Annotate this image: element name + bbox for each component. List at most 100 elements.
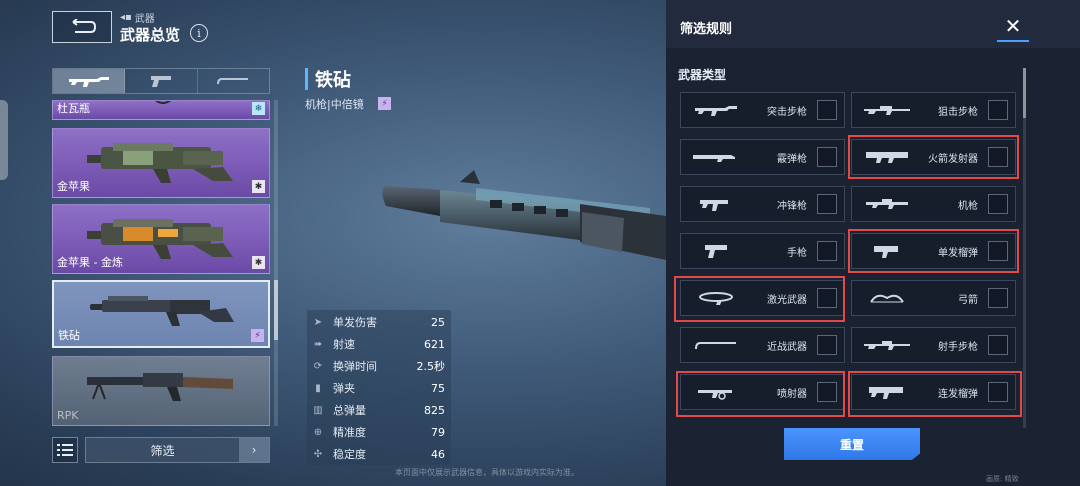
filter-checkbox[interactable] [817, 147, 837, 167]
filter-checkbox[interactable] [988, 335, 1008, 355]
rarity-badge: ❄ [252, 102, 265, 115]
side-handle[interactable] [0, 100, 8, 180]
crosshair-icon: ⊕ [313, 426, 323, 438]
weapon-name: 金苹果 [57, 180, 90, 193]
weapon-type-tabs [52, 68, 270, 94]
stat-row: ⟳ 换弹时间 2.5秒 [307, 356, 451, 376]
pistol-icon [681, 234, 751, 268]
machine-gun-icon [852, 187, 922, 221]
assault-rifle-icon [681, 93, 751, 127]
page-title: 武器总览 [120, 26, 181, 44]
back-arrow-icon [72, 19, 97, 33]
section-label: 武器类型 [678, 68, 727, 82]
damage-icon: ➤ [313, 316, 323, 328]
smg-icon [681, 187, 751, 221]
reset-button[interactable]: 重置 [784, 428, 920, 460]
rarity-badge: ✱ [252, 180, 265, 193]
melee-icon [681, 328, 751, 362]
ammo-icon: ▥ [313, 404, 323, 416]
stat-row: ⊕ 精准度 79 [307, 422, 451, 442]
weapon-title: 铁砧 [315, 70, 351, 91]
filter-option-shotgun[interactable]: 霰弹枪 [680, 139, 845, 175]
list-item[interactable]: 金苹果 ✱ [52, 128, 270, 198]
rarity-badge: ✱ [252, 256, 265, 269]
highlight-box [674, 276, 845, 322]
sniper-rifle-icon [852, 93, 922, 127]
list-item[interactable]: 金苹果 - 金炼 ✱ [52, 204, 270, 274]
filter-checkbox[interactable] [988, 288, 1008, 308]
reload-icon: ⟳ [313, 360, 323, 372]
filter-option-marksman-rifle[interactable]: 射手步枪 [851, 327, 1016, 363]
back-button[interactable] [52, 11, 112, 43]
tab-assault-rifle[interactable] [53, 69, 126, 93]
rarity-badge: ⚡ [251, 329, 264, 342]
filter-checkbox[interactable] [988, 194, 1008, 214]
stability-icon: ✣ [313, 448, 323, 460]
filter-option-melee[interactable]: 近战武器 [680, 327, 845, 363]
stat-row: ✣ 稳定度 46 [307, 444, 451, 464]
list-scrollbar[interactable] [274, 100, 278, 426]
panel-scrollbar[interactable] [1023, 68, 1026, 428]
info-icon[interactable]: i [190, 24, 208, 42]
pistol-icon [150, 76, 171, 87]
weapon-stats-panel: ➤ 单发伤害 25 ➠ 射速 621 ⟳ 换弹时间 2.5秒 ▮ 弹夹 75 ▥… [307, 310, 451, 465]
filter-option-bow[interactable]: 弓箭 [851, 280, 1016, 316]
filter-checkbox[interactable] [817, 100, 837, 120]
filter-option-sniper-rifle[interactable]: 狙击步枪 [851, 92, 1016, 128]
magazine-icon: ▮ [315, 382, 321, 394]
weapon-name: 铁砧 [58, 329, 80, 342]
highlight-box [848, 135, 1019, 179]
breadcrumb-label: 武器 [134, 14, 155, 25]
highlight-box [848, 229, 1019, 273]
weapon-thumbnail [90, 296, 234, 326]
weapon-model-image [382, 170, 666, 260]
filter-checkbox[interactable] [988, 100, 1008, 120]
shotgun-icon [681, 140, 751, 174]
bow-icon [852, 281, 922, 315]
list-item[interactable]: 铁砧 ⚡ [52, 280, 270, 348]
filter-button-label: 筛选 [150, 443, 175, 458]
filter-option-smg[interactable]: 冲锋枪 [680, 186, 845, 222]
panel-scrollbar-thumb[interactable] [1023, 68, 1026, 118]
fire-rate-icon: ➠ [313, 338, 323, 350]
filter-option-assault-rifle[interactable]: 突击步枪 [680, 92, 845, 128]
melee-icon [217, 78, 249, 85]
list-icon [57, 444, 73, 456]
tab-melee[interactable] [198, 69, 269, 93]
filter-panel-title: 筛选规则 [680, 22, 733, 37]
disclaimer-text: 本页面中仅展示武器信息，具体以游戏内实际为准。 [395, 468, 579, 477]
breadcrumb: ◂▪ 武器 [120, 10, 155, 25]
weapon-thumbnail [87, 373, 233, 401]
weapon-subtitle: 机枪|中倍镜 [305, 98, 364, 111]
filter-button[interactable]: 筛选 › [85, 437, 270, 463]
weapon-name: RPK [57, 409, 79, 422]
filter-checkbox[interactable] [817, 194, 837, 214]
assault-rifle-icon [68, 77, 109, 87]
list-item[interactable]: RPK [52, 356, 270, 426]
weapon-thumbnail [87, 143, 233, 183]
weapon-name: 杜瓦瓶 [57, 102, 90, 115]
weapon-list[interactable]: 杜瓦瓶 ❄ 金苹果 ✱ 金苹果 - 金炼 ✱ 铁砧 ⚡ RPK [52, 100, 270, 426]
title-accent-bar [305, 68, 308, 90]
close-button[interactable]: ✕ [997, 12, 1029, 42]
chevron-right-icon: › [239, 438, 269, 462]
stat-row: ➤ 单发伤害 25 [307, 312, 451, 332]
weapon-rarity-badge: ⚡ [378, 97, 391, 110]
highlight-box [848, 371, 1022, 417]
tab-pistol[interactable] [125, 69, 198, 93]
weapon-name: 金苹果 - 金炼 [57, 256, 123, 269]
filter-checkbox[interactable] [817, 241, 837, 261]
stat-row: ▮ 弹夹 75 [307, 378, 451, 398]
marksman-rifle-icon [852, 328, 922, 362]
weapon-thumbnail [154, 101, 172, 104]
weapon-crumb-icon: ◂▪ [120, 12, 132, 23]
highlight-box [676, 371, 845, 417]
quality-label: 画质: 精致 [986, 475, 1019, 483]
filter-checkbox[interactable] [817, 335, 837, 355]
list-scrollbar-thumb[interactable] [274, 280, 278, 340]
filter-option-machine-gun[interactable]: 机枪 [851, 186, 1016, 222]
list-item[interactable]: 杜瓦瓶 ❄ [52, 100, 270, 120]
filter-option-pistol[interactable]: 手枪 [680, 233, 845, 269]
stat-row: ▥ 总弹量 825 [307, 400, 451, 420]
list-view-button[interactable] [52, 437, 78, 463]
